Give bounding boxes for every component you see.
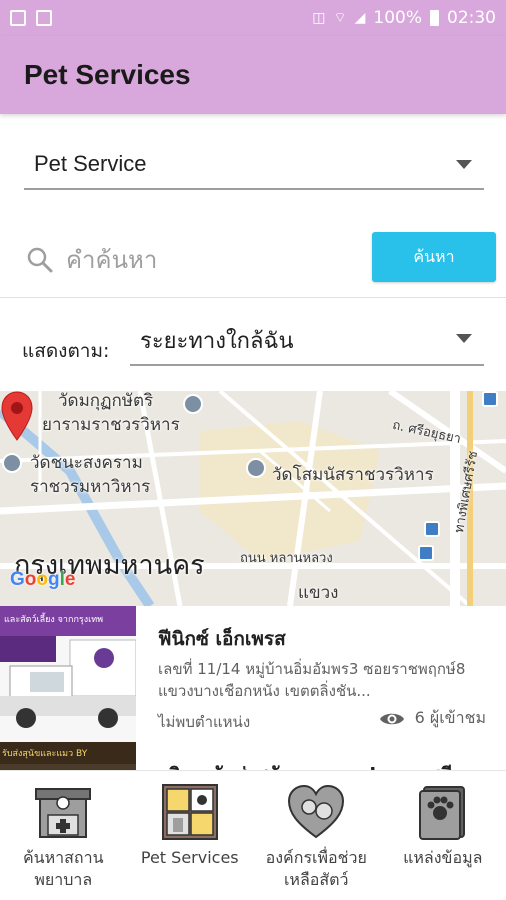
list-item-title: ฟีนิกซ์ เอ็กเพรส [158, 628, 286, 650]
google-logo-text: Google [10, 569, 76, 590]
map-label-temple2-line2: ราชวรมหาวิหาร [30, 477, 151, 497]
wifi-icon: ⌔ [333, 10, 347, 26]
nav-item-animal-organizations[interactable]: องค์กรเพื่อช่วยเหลือสัตว์ [253, 771, 380, 900]
page-title: Pet Services [24, 59, 191, 90]
nav-label: แหล่งข้อมูล [403, 848, 483, 867]
map-label-temple1-line2: ยารามราชวรวิหาร [42, 415, 180, 435]
search-icon [27, 247, 53, 273]
map-label-temple3: วัดโสมนัสราชวรวิหาร [272, 465, 434, 485]
sort-label: แสดงตาม: [22, 340, 110, 362]
app-bar: Pet Services [0, 36, 506, 114]
nav-item-info-sources[interactable]: แหล่งข้อมูล [380, 771, 506, 900]
transit-station-icon[interactable] [424, 521, 440, 537]
map-label-road2: ถนน หลานหลวง [240, 551, 333, 566]
nfc-icon: ◫ [312, 10, 326, 26]
temple-poi-icon[interactable] [246, 458, 266, 478]
signal-icon: ◢ [354, 10, 366, 26]
battery-icon [430, 10, 439, 26]
temple-poi-icon[interactable] [183, 394, 203, 414]
map-label-temple2-line1: วัดชนะสงคราม [30, 453, 143, 473]
clock: 02:30 [447, 8, 496, 28]
chevron-down-icon [456, 334, 472, 343]
map-view[interactable]: วัดมกุฏกษัตริ ยารามราชวรวิหาร วัดชนะสงคร… [0, 391, 506, 606]
notification-icon [10, 10, 26, 26]
map-label-district: แขวง [298, 583, 339, 603]
nav-label: องค์กรเพื่อช่วยเหลือสัตว์ [265, 848, 367, 889]
thumbnail-banner-text: และสัตว์เลี้ยง จากกรุงเทพ [4, 615, 104, 625]
nav-label: ค้นหาสถานพยาบาล [22, 848, 104, 889]
category-dropdown-value: Pet Service [34, 151, 147, 176]
search-input[interactable] [66, 240, 356, 280]
nav-label: Pet Services [140, 848, 239, 867]
list-item-address: เลขที่ 11/14 หมู่บ้านอิ่มอัมพร3 ซอยราชพฤ… [158, 660, 466, 700]
battery-percent: 100% [373, 8, 422, 28]
nav-item-pet-services[interactable]: Pet Services [127, 771, 254, 900]
thumbnail-banner-text: รับส่งสุนัขและแมว BY [2, 749, 88, 759]
pet-shop-icon [161, 784, 218, 840]
sort-dropdown[interactable]: ระยะทางใกล้ฉัน [130, 316, 484, 366]
transit-station-icon[interactable] [482, 391, 498, 407]
list-item-views-count: 6 ผู้เข้าชม [414, 708, 486, 727]
eye-icon [379, 713, 404, 724]
list-item-location: ไม่พบตำแหน่ง [158, 713, 251, 731]
image-notification-icon [36, 10, 52, 26]
hospital-icon [35, 788, 92, 838]
search-row: ค้นหา [0, 222, 506, 298]
category-dropdown[interactable]: Pet Service [24, 140, 484, 190]
sort-dropdown-value: ระยะทางใกล้ฉัน [140, 328, 294, 354]
screen: ◫ ⌔ ◢ 100% 02:30 Pet Services Pet Servic… [0, 0, 506, 900]
transit-station-icon[interactable] [418, 545, 434, 561]
paw-book-icon [418, 786, 465, 840]
bottom-navigation: ค้นหาสถานพยาบาล Pet Services องค์กรเพื่อ… [0, 770, 506, 900]
status-bar: ◫ ⌔ ◢ 100% 02:30 [0, 0, 506, 36]
list-item-views: 6 ผู้เข้าชม [379, 706, 486, 731]
nav-item-hospital-search[interactable]: ค้นหาสถานพยาบาล [0, 771, 127, 900]
list-item[interactable]: และสัตว์เลี้ยง จากกรุงเทพ ฟีนิกซ์ เอ็กเพ… [0, 606, 506, 742]
service-thumbnail: และสัตว์เลี้ยง จากกรุงเทพ [0, 606, 136, 742]
chevron-down-icon [456, 160, 472, 169]
heart-pet-icon [288, 784, 345, 839]
search-button[interactable]: ค้นหา [372, 232, 496, 282]
temple-poi-icon[interactable] [2, 453, 22, 473]
location-pin-icon[interactable] [0, 391, 34, 441]
google-logo: Google [10, 569, 75, 591]
